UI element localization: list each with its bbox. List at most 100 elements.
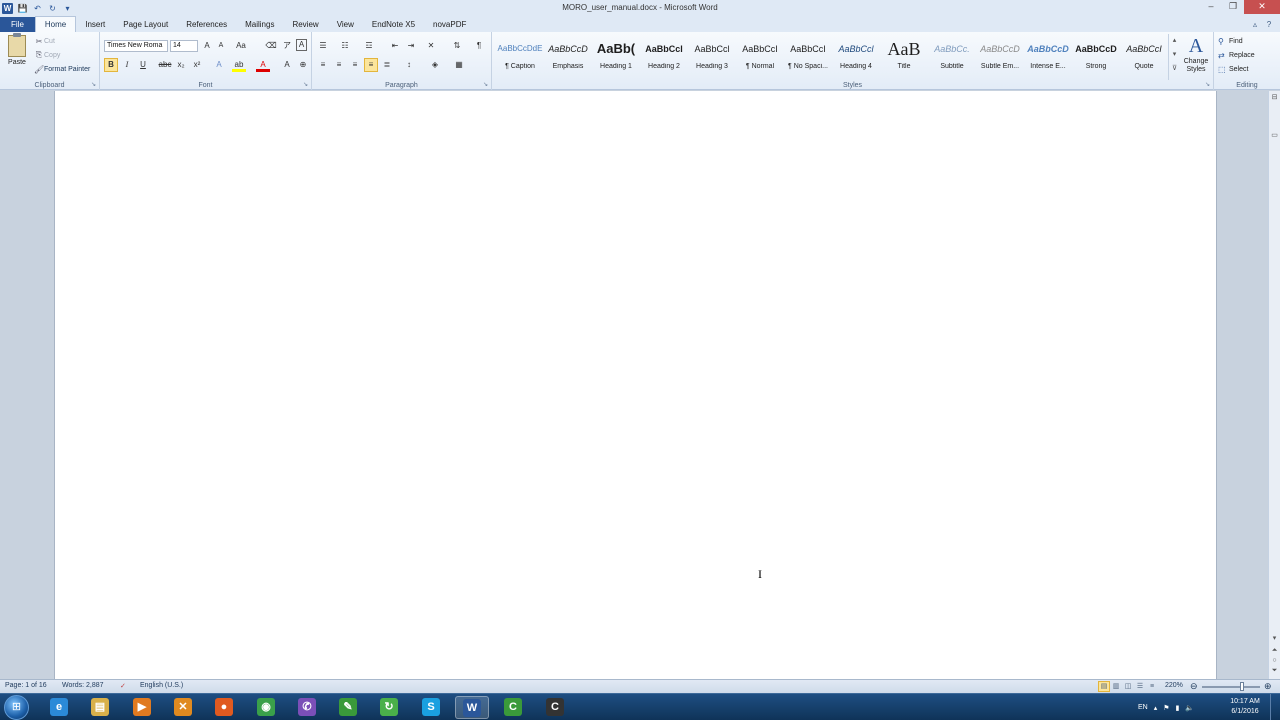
superscript-button[interactable]: x² [190,58,204,72]
print-layout-icon[interactable]: ▤ [1098,681,1110,692]
tray-flag-icon[interactable]: ⚑ [1163,704,1169,712]
shrink-font-icon[interactable]: A [214,39,228,53]
style-heading-2[interactable]: AaBbCcl Heading 2 [640,34,688,78]
find-button[interactable]: ⚲ Find [1218,35,1243,48]
style-emphasis[interactable]: AaBbCcD Emphasis [544,34,592,78]
paste-button[interactable]: Paste [4,33,30,75]
strikethrough-button[interactable]: abc [158,58,172,72]
bold-button[interactable]: B [104,58,118,72]
taskbar-app-camtasia[interactable]: C [496,696,530,719]
style-quote[interactable]: AaBbCcI Quote [1120,34,1168,78]
numbering-icon[interactable]: ☷ [338,39,352,53]
vertical-scrollbar[interactable]: ⊟ ▭ ▾ ⏶ ○ ⏷ [1268,91,1280,679]
tab-references[interactable]: References [177,17,236,32]
minimize-button[interactable]: – [1200,0,1222,14]
ruler-toggle-icon[interactable]: ⊟ [1269,93,1280,101]
increase-indent-icon[interactable]: ⇥ [404,39,418,53]
tab-file[interactable]: File [0,17,35,32]
outline-icon[interactable]: ☰ [1134,681,1146,692]
align-left-icon[interactable]: ≡ [316,58,330,72]
change-styles-button[interactable]: A Change Styles [1182,34,1210,78]
justify-icon[interactable]: ≡ [364,58,378,72]
taskbar-app-chrome[interactable]: ◉ [249,696,283,719]
volume-icon[interactable]: 🔈 [1185,704,1194,712]
close-button[interactable]: ✕ [1244,0,1280,14]
previous-page-icon[interactable]: ⏶ [1269,647,1280,655]
scroll-down-icon[interactable]: ▾ [1169,48,1180,62]
tab-page-layout[interactable]: Page Layout [114,17,177,32]
format-painter-button[interactable]: 🖌 Format Painter [34,63,90,75]
tab-novapdf[interactable]: novaPDF [424,17,475,32]
align-center-icon[interactable]: ≡ [332,58,346,72]
shading-icon[interactable]: ◈ [428,58,442,72]
show-formatting-icon[interactable]: ¶ [472,39,486,53]
help-icon[interactable]: ? [1262,18,1276,32]
style-heading-4[interactable]: AaBbCcl Heading 4 [832,34,880,78]
taskbar-app-tool[interactable]: ✕ [166,696,200,719]
borders-icon[interactable]: ▦ [452,58,466,72]
tab-view[interactable]: View [328,17,363,32]
bullets-icon[interactable]: ☰ [316,39,330,53]
taskbar-app-internet-explorer[interactable]: e [42,696,76,719]
underline-button[interactable]: U [136,58,150,72]
taskbar-app-camtasia-recorder[interactable]: C [538,696,572,719]
scroll-up-icon[interactable]: ▴ [1169,34,1180,48]
style-heading-3[interactable]: AaBbCcl Heading 3 [688,34,736,78]
style-title[interactable]: AaB Title [880,34,928,78]
tab-home[interactable]: Home [34,16,77,32]
taskbar-app-viber[interactable]: ✆ [290,696,324,719]
paragraph-launcher-icon[interactable]: ↘ [483,82,489,88]
next-page-icon[interactable]: ⏷ [1269,667,1280,675]
character-border-icon[interactable]: A [296,39,307,51]
show-desktop-button[interactable] [1270,694,1280,720]
font-color-icon[interactable]: A [256,58,270,72]
scroll-thumb[interactable]: ▭ [1269,131,1280,139]
word-count[interactable]: Words: 2,887 [62,682,104,689]
more-styles-icon[interactable]: ⊽ [1169,62,1180,76]
decrease-indent-icon[interactable]: ⇤ [388,39,402,53]
clock[interactable]: 10:17 AM 6/1/2016 [1224,697,1266,717]
undo-icon[interactable]: ↶ [32,3,43,14]
save-icon[interactable]: 💾 [17,3,28,14]
text-effects-icon[interactable]: A [212,58,226,72]
document-page[interactable] [54,91,1217,679]
phonetic-guide-icon[interactable]: ア [280,39,294,53]
taskbar-app-editor[interactable]: ✎ [331,696,365,719]
taskbar-app-firefox[interactable]: ● [207,696,241,719]
change-case-icon[interactable]: Aa [234,39,248,53]
clipboard-launcher-icon[interactable]: ↘ [91,82,97,88]
copy-button[interactable]: ⎘ Copy [34,49,61,61]
minimize-ribbon-icon[interactable]: ▵ [1248,18,1262,32]
zoom-in-icon[interactable]: ⊕ [1264,681,1272,692]
style-normal[interactable]: AaBbCcI ¶ Normal [736,34,784,78]
highlight-icon[interactable]: ab [232,58,246,72]
zoom-level[interactable]: 220% [1165,682,1183,689]
style-heading-1[interactable]: AaBb( Heading 1 [592,34,640,78]
select-button[interactable]: ⬚ Select [1218,63,1248,76]
style-subtitle[interactable]: AaBbCc. Subtitle [928,34,976,78]
cut-button[interactable]: ✂ Cut [34,35,55,47]
word-logo-icon[interactable]: W [2,2,13,14]
tray-expand-icon[interactable]: ▴ [1154,704,1158,712]
grow-font-icon[interactable]: A [200,39,214,53]
clear-formatting-icon[interactable]: ⌫ [264,39,278,53]
font-size-box[interactable]: 14 [170,40,198,52]
style-subtle-emphasis[interactable]: AaBbCcD Subtle Em... [976,34,1024,78]
taskbar-app-sync[interactable]: ↻ [372,696,406,719]
customize-qat-icon[interactable]: ▾ [62,3,73,14]
subscript-button[interactable]: x₂ [174,58,188,72]
font-family-box[interactable]: Times New Roma [104,40,168,52]
sort-icon[interactable]: ⇅ [450,39,464,53]
web-layout-icon[interactable]: ◫ [1122,681,1134,692]
taskbar-app-word[interactable]: W [455,696,489,719]
replace-button[interactable]: ⇄ Replace [1218,49,1255,62]
full-screen-reading-icon[interactable]: ▥ [1110,681,1122,692]
language-indicator[interactable]: EN [1138,704,1148,711]
style-caption[interactable]: AaBbCcDdE ¶ Caption [496,34,544,78]
network-icon[interactable]: ▮ [1176,704,1180,712]
redo-icon[interactable]: ↻ [47,3,58,14]
styles-launcher-icon[interactable]: ↘ [1205,82,1211,88]
taskbar-app-windows-explorer[interactable]: ▤ [83,696,117,719]
zoom-slider-thumb[interactable] [1240,682,1244,691]
taskbar-app-media-player[interactable]: ▶ [125,696,159,719]
